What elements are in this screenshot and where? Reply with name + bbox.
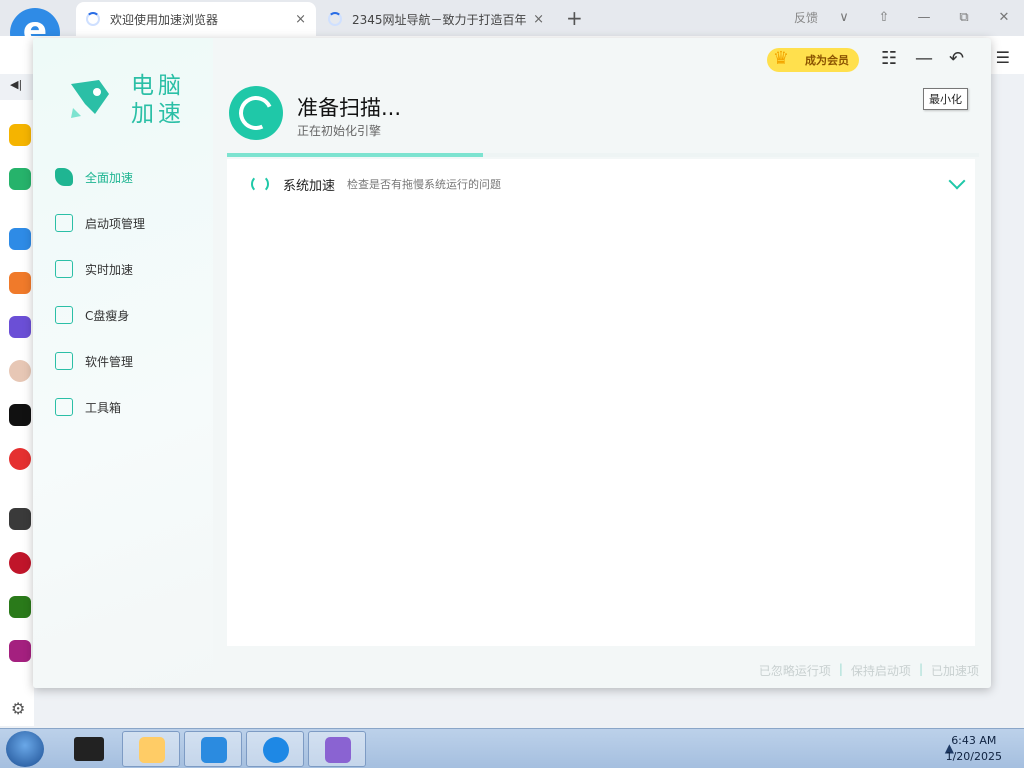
taskbar-app-browser[interactable] xyxy=(246,731,304,767)
browser-tab-bar: e 欢迎使用加速浏览器 × 2345网址导航－致力于打造百年 × + 反馈 ∨ … xyxy=(0,0,1024,58)
tools-icon[interactable] xyxy=(9,272,31,294)
taskbar-app-security[interactable] xyxy=(122,731,180,767)
nav-realtime-speedup[interactable]: 实时加速 xyxy=(55,256,205,282)
game-app-icon[interactable] xyxy=(9,508,31,530)
game-app-icon[interactable] xyxy=(9,640,31,662)
scan-row-system-speedup[interactable]: 系统加速 检查是否有拖慢系统运行的问题 xyxy=(227,169,975,199)
accelerated-items-link[interactable]: 已加速项 xyxy=(931,662,979,679)
scan-title: 准备扫描... xyxy=(297,96,402,120)
ignored-items-link[interactable]: 已忽略运行项 xyxy=(759,662,831,679)
divider: | xyxy=(838,662,843,676)
game-app-icon[interactable] xyxy=(9,596,31,618)
tab-welcome[interactable]: 欢迎使用加速浏览器 × xyxy=(76,2,316,36)
feedback-button[interactable]: 反馈 xyxy=(788,9,824,26)
tab-close-icon[interactable]: × xyxy=(533,12,544,27)
clock-icon[interactable] xyxy=(9,168,31,190)
settings-gear-icon[interactable]: ⚙ xyxy=(11,699,25,718)
system-clock[interactable]: 6:43 AM 1/20/2025 xyxy=(946,733,1002,765)
taskbar: ▲ 6:43 AM 1/20/2025 xyxy=(0,728,1024,768)
favorites-icon[interactable] xyxy=(9,124,31,146)
nav-label: 软件管理 xyxy=(85,354,134,369)
dropdown-icon[interactable]: ∨ xyxy=(824,10,864,25)
speedup-app-window: 电脑 加速 全面加速 启动项管理 实时加速 C盘瘦身 软件管理 工具箱 ♛ 成为… xyxy=(33,38,991,688)
nav-full-speedup[interactable]: 全面加速 xyxy=(55,164,205,190)
browser-e-icon xyxy=(263,737,289,763)
rocket-icon xyxy=(71,80,109,118)
speedup-icon xyxy=(55,168,73,186)
avatar-icon[interactable] xyxy=(9,360,31,382)
nav-startup-manager[interactable]: 启动项管理 xyxy=(55,210,205,236)
window-controls: 反馈 ∨ ⇧ — ⧉ ✕ xyxy=(788,0,1024,34)
nav-label: 启动项管理 xyxy=(85,216,146,231)
clock-time: 6:43 AM xyxy=(951,734,997,747)
nav-c-drive-cleanup[interactable]: C盘瘦身 xyxy=(55,302,205,328)
rocket-icon xyxy=(325,737,351,763)
scan-progress-bar xyxy=(227,153,979,157)
restore-window-button[interactable]: ⧉ xyxy=(944,10,984,25)
disk-icon xyxy=(55,306,73,324)
brand-line: 电脑 xyxy=(131,73,185,99)
toolbox-icon[interactable] xyxy=(9,228,31,250)
clock-date: 1/20/2025 xyxy=(945,750,1002,763)
tab-label: 2345网址导航－致力于打造百年 xyxy=(352,12,527,27)
shield-icon xyxy=(139,737,165,763)
scan-results-panel: 系统加速 检查是否有拖慢系统运行的问题 xyxy=(227,159,975,646)
media-app-icon[interactable] xyxy=(74,737,104,761)
minimize-window-button[interactable]: — xyxy=(904,10,944,25)
vip-label: 成为会员 xyxy=(805,54,849,67)
scan-progress-icon xyxy=(229,86,283,140)
game-app-icon[interactable] xyxy=(9,552,31,574)
footer-links: 已忽略运行项 | 保持启动项 | 已加速项 xyxy=(759,662,979,679)
tiktok-icon[interactable] xyxy=(9,404,31,426)
chevron-down-icon[interactable] xyxy=(948,172,966,190)
divider: | xyxy=(918,662,923,676)
skin-icon[interactable]: ⇧ xyxy=(864,10,904,25)
taskbar-app-grid[interactable] xyxy=(184,731,242,767)
nav-toolbox[interactable]: 工具箱 xyxy=(55,394,205,420)
loading-spinner-icon xyxy=(251,175,269,193)
browser-menu-icon[interactable]: ☰ xyxy=(996,48,1010,67)
brand-title: 电脑 加速 xyxy=(131,72,185,128)
scan-progress-fill xyxy=(227,153,483,157)
new-tab-button[interactable]: + xyxy=(566,6,583,30)
monitor-icon xyxy=(55,214,73,232)
loading-spinner-icon xyxy=(328,12,342,26)
minimize-app-button[interactable]: — xyxy=(915,48,933,69)
crown-icon: ♛ xyxy=(772,48,790,69)
taskbar-app-speedup[interactable] xyxy=(308,731,366,767)
grid-icon xyxy=(55,352,73,370)
close-window-button[interactable]: ✕ xyxy=(984,10,1024,25)
tab-2345[interactable]: 2345网址导航－致力于打造百年 × xyxy=(318,2,554,36)
nav-label: 实时加速 xyxy=(85,262,134,277)
become-member-button[interactable]: ♛ 成为会员 xyxy=(767,48,859,72)
nav-label: 全面加速 xyxy=(85,170,134,185)
nav-software-manager[interactable]: 软件管理 xyxy=(55,348,205,374)
tab-close-icon[interactable]: × xyxy=(295,12,306,27)
xiaohongshu-icon[interactable] xyxy=(9,448,31,470)
kept-startup-link[interactable]: 保持启动项 xyxy=(851,662,911,679)
row-title: 系统加速 xyxy=(283,178,336,194)
minimize-tooltip: 最小化 xyxy=(923,88,968,110)
toolbox-icon xyxy=(55,398,73,416)
app-grid-icon xyxy=(201,737,227,763)
left-dock xyxy=(0,100,34,726)
row-description: 检查是否有拖慢系统运行的问题 xyxy=(347,178,502,191)
nav-label: 工具箱 xyxy=(85,400,122,415)
game-icon[interactable] xyxy=(9,316,31,338)
back-icon[interactable]: ↶ xyxy=(949,48,964,69)
sidebar-collapse-icon[interactable]: ◀| xyxy=(10,78,22,91)
brand-line: 加速 xyxy=(131,101,185,127)
scan-subtitle: 正在初始化引擎 xyxy=(297,124,382,138)
start-button[interactable] xyxy=(6,731,44,767)
app-sidebar: 电脑 加速 全面加速 启动项管理 实时加速 C盘瘦身 软件管理 工具箱 xyxy=(33,38,213,688)
nav-label: C盘瘦身 xyxy=(85,308,130,323)
list-menu-icon[interactable]: ☷ xyxy=(881,48,897,69)
lightning-icon xyxy=(55,260,73,278)
tab-label: 欢迎使用加速浏览器 xyxy=(110,12,219,27)
loading-spinner-icon xyxy=(86,12,100,26)
